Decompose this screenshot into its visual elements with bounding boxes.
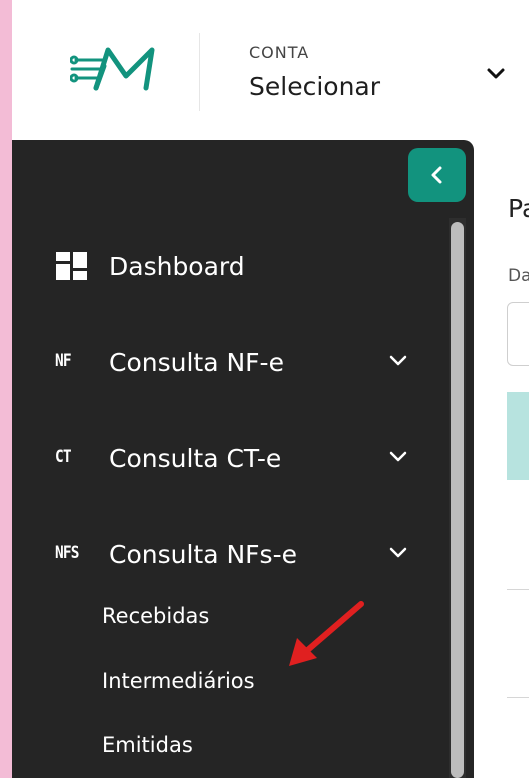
annotation-arrow-icon xyxy=(289,601,364,666)
sidebar-item-consulta-cte[interactable]: CT Consulta CT-e xyxy=(12,428,442,486)
header-divider xyxy=(199,33,200,111)
sidebar-item-dashboard[interactable]: Dashboard xyxy=(12,236,442,294)
chevron-left-icon xyxy=(431,166,442,184)
circuit-m-logo-icon[interactable] xyxy=(70,42,174,98)
account-label: CONTA xyxy=(249,43,310,62)
sidebar-item-consulta-nfse[interactable]: NFS Consulta NFs-e xyxy=(12,524,442,582)
table-row-divider xyxy=(507,697,529,698)
sidebar-item-label: Consulta NFs-e xyxy=(109,540,297,569)
field-label: Da xyxy=(508,266,529,286)
table-header xyxy=(507,392,529,480)
sidebar-item-label: Consulta NF-e xyxy=(109,348,284,377)
submenu-item-intermediarios[interactable]: Intermediários xyxy=(102,669,255,693)
account-selector[interactable]: Selecionar xyxy=(249,72,380,101)
ct-tag-icon: CT xyxy=(55,447,72,467)
sidebar-collapse-button[interactable] xyxy=(408,148,466,202)
submenu-item-recebidas[interactable]: Recebidas xyxy=(102,604,209,628)
sidebar-item-label: Consulta CT-e xyxy=(109,444,282,473)
scrollbar-thumb[interactable] xyxy=(451,222,464,778)
sidebar-item-label: Dashboard xyxy=(109,252,245,281)
sidebar-item-consulta-nfe[interactable]: NF Consulta NF-e xyxy=(12,332,442,390)
filter-input[interactable] xyxy=(507,302,529,366)
table-row-divider xyxy=(507,589,529,590)
nfs-tag-icon: NFS xyxy=(55,543,79,563)
page-title: Pa xyxy=(508,194,529,223)
chevron-down-icon xyxy=(389,451,407,462)
chevron-down-icon xyxy=(389,547,407,558)
chevron-down-icon[interactable] xyxy=(483,64,509,84)
left-edge-strip xyxy=(0,0,12,778)
chevron-down-icon xyxy=(389,355,407,366)
submenu-item-emitidas[interactable]: Emitidas xyxy=(102,733,193,757)
dashboard-grid-icon xyxy=(56,252,87,280)
nf-tag-icon: NF xyxy=(55,351,72,371)
